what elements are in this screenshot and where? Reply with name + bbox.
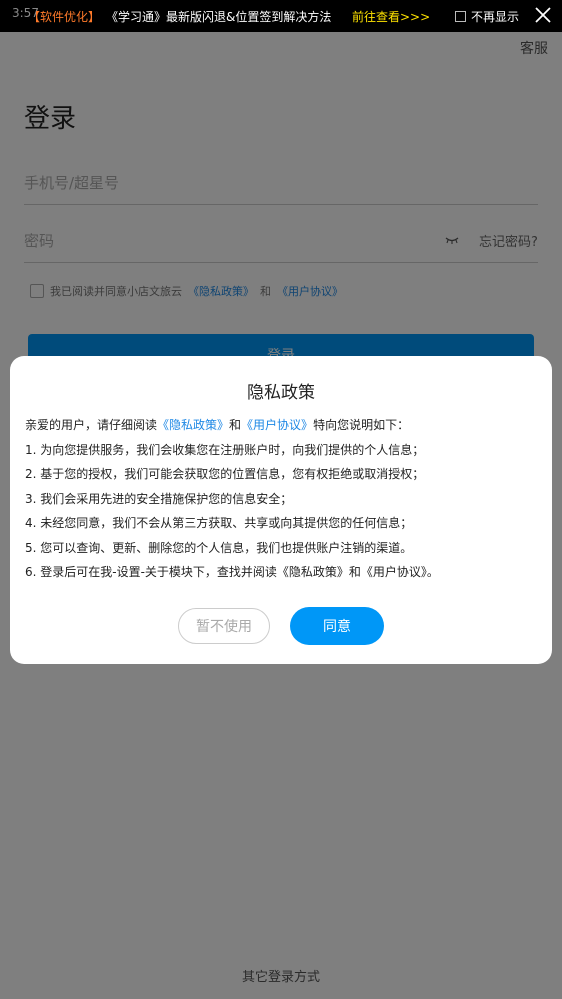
dialog-intro: 亲爱的用户，请仔细阅读《隐私政策》和《用户协议》特向您说明如下： <box>25 413 541 438</box>
promo-banner[interactable]: 3:57 【软件优化】 《学习通》最新版闪退&位置签到解决方法 前往查看>>> … <box>0 0 562 32</box>
policy-item: 4. 未经您同意，我们不会从第三方获取、共享或向其提供您的任何信息； <box>25 516 413 530</box>
policy-item: 5. 您可以查询、更新、删除您的个人信息，我们也提供账户注销的渠道。 <box>25 540 413 555</box>
promo-text[interactable]: 《学习通》最新版闪退&位置签到解决方法 <box>106 8 331 25</box>
policy-item: 6. 登录后可在我-设置-关于模块下，查找并阅读《隐私政策》和《用户协议》。 <box>25 565 439 579</box>
policy-item: 2. 基于您的授权，我们可能会获取您的位置信息，您有权拒绝或取消授权； <box>25 467 425 481</box>
privacy-dialog: 隐私政策 亲爱的用户，请仔细阅读《隐私政策》和《用户协议》特向您说明如下： 1.… <box>10 356 552 664</box>
dialog-body: 亲爱的用户，请仔细阅读《隐私政策》和《用户协议》特向您说明如下： 1. 为向您提… <box>25 413 541 585</box>
no-more-label: 不再显示 <box>471 10 520 24</box>
dialog-user-agreement-link[interactable]: 《用户协议》 <box>241 418 313 432</box>
agree-button[interactable]: 同意 <box>290 607 384 645</box>
dialog-title: 隐私政策 <box>247 383 315 403</box>
intro-suffix: 特向您说明如下： <box>313 418 410 432</box>
no-more-checkbox[interactable] <box>455 11 466 22</box>
dialog-privacy-link[interactable]: 《隐私政策》 <box>157 418 229 432</box>
close-icon[interactable] <box>532 4 554 26</box>
promo-link[interactable]: 前往查看>>> <box>352 8 430 25</box>
intro-and: 和 <box>229 418 242 432</box>
policy-item: 3. 我们会采用先进的安全措施保护您的信息安全； <box>25 491 293 506</box>
policy-item: 1. 为向您提供服务，我们会收集您在注册账户时，向我们提供的个人信息； <box>25 442 425 457</box>
intro-text: 亲爱的用户，请仔细阅读 <box>25 418 158 432</box>
no-more-toggle[interactable]: 不再显示 <box>455 8 519 25</box>
promo-tag: 【软件优化】 <box>28 10 101 24</box>
decline-button[interactable]: 暂不使用 <box>178 608 270 644</box>
